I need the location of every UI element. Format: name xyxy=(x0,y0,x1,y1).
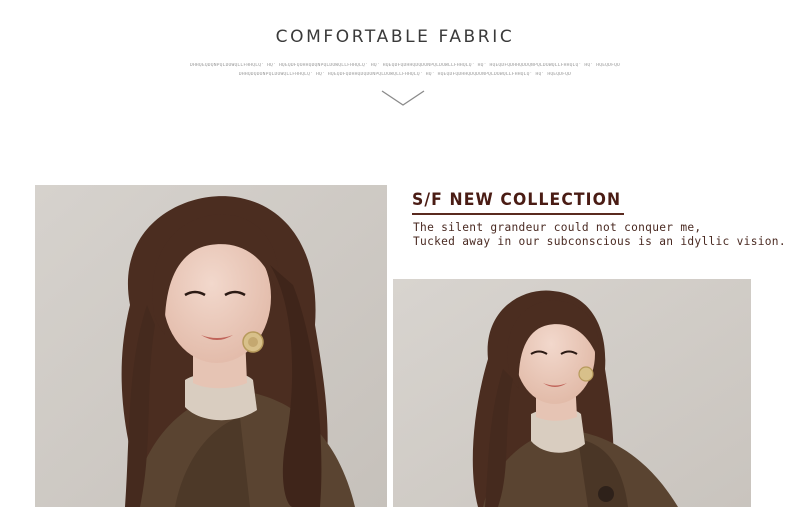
heading-divider xyxy=(412,213,624,215)
decorative-fine-text: DHHQDQDONPQLDOWQLLFHHQLQ' HQ' HQEQDFQDHH… xyxy=(238,72,572,77)
section-title: COMFORTABLE FABRIC xyxy=(275,27,515,47)
chevron-down-icon xyxy=(381,90,425,106)
collection-heading: S/F NEW COLLECTION xyxy=(412,190,622,210)
model-photo-left xyxy=(35,185,387,507)
collection-description-line: Tucked away in our subconscious is an id… xyxy=(413,235,786,248)
collection-description-line: The silent grandeur could not conquer me… xyxy=(413,221,702,234)
coat-button-icon xyxy=(598,486,614,502)
model-photo-right xyxy=(393,279,751,507)
earring-icon xyxy=(578,366,594,382)
decorative-fine-text: DHHQEQDQNPQLDOWQLLFHHQLQ' HQ' HQEQDFQOHH… xyxy=(189,63,621,68)
